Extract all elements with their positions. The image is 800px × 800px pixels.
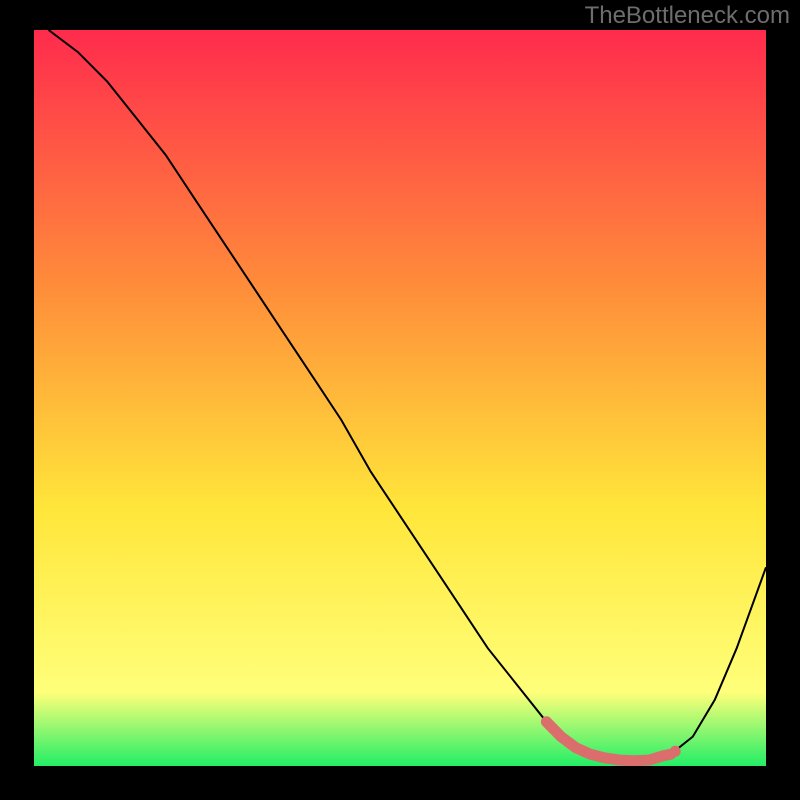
plot-area (34, 30, 766, 766)
watermark-text: TheBottleneck.com (585, 2, 790, 30)
chart-svg (34, 30, 766, 766)
optimum-end-dot (670, 746, 681, 757)
chart-frame: TheBottleneck.com (0, 0, 800, 800)
chart-background-gradient (34, 30, 766, 766)
